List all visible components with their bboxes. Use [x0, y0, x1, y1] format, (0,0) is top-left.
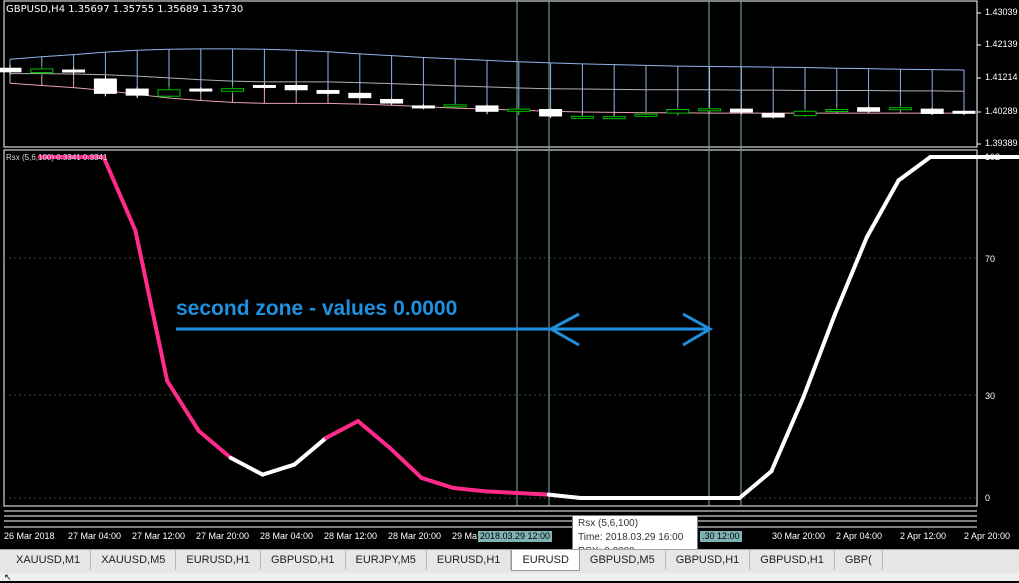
price-label: 1.40289 — [985, 106, 1018, 116]
chart-tab[interactable]: GBP( — [835, 550, 883, 570]
candle-body — [93, 78, 117, 94]
rsx-segment — [260, 462, 297, 477]
time-highlight-right: .30 12:00 — [700, 531, 742, 542]
candle-body — [157, 89, 181, 97]
time-label: 29 Ma — [452, 531, 478, 541]
rsx-segment — [228, 455, 265, 477]
candle-body — [698, 108, 722, 112]
chart-tab[interactable]: EURJPY,M5 — [346, 550, 427, 570]
candle-body — [888, 107, 912, 111]
chart-tab[interactable]: XAUUSD,M1 — [6, 550, 92, 570]
candle-body — [0, 67, 22, 73]
indicator-header: Rsx (5,6,100) 0.3341 0.3341 — [6, 153, 108, 162]
rsx-segment — [133, 228, 170, 383]
price-label: 1.43039 — [985, 7, 1018, 17]
rsx-segment — [197, 429, 233, 460]
rsx-axis-label: 0 — [985, 493, 991, 503]
rsx-segment — [101, 155, 138, 233]
candle-body — [348, 92, 372, 99]
candle-body — [761, 112, 785, 118]
rsx-segment — [356, 419, 392, 450]
candle-body — [634, 113, 658, 117]
candle-body — [920, 108, 944, 114]
rsx-segment — [546, 492, 583, 500]
time-label: 26 Mar 2018 — [4, 531, 55, 541]
chart-tab-active[interactable]: EURUSD — [511, 550, 580, 571]
time-label: 30 Mar 20:00 — [772, 531, 826, 541]
cursor-icon: ↖ — [4, 572, 12, 582]
chart-tab[interactable]: GBPUSD,H1 — [750, 550, 835, 570]
symbol-header: GBPUSD,H4 1.35697 1.35755 1.35689 1.3573… — [6, 4, 244, 15]
time-label: 28 Mar 20:00 — [388, 531, 442, 541]
candle-body — [570, 115, 594, 119]
rsx-axis-label: 70 — [985, 254, 996, 264]
chart-tab[interactable]: GBPUSD,H1 — [666, 550, 751, 570]
candle-body — [443, 104, 467, 108]
rsx-axis-label: 102 — [985, 152, 1001, 162]
axis-ticks — [977, 12, 981, 145]
time-label: 28 Mar 12:00 — [324, 531, 378, 541]
candle-body — [316, 89, 340, 94]
chart-tab-bar: XAUUSD,M1 XAUUSD,M5 EURUSD,H1 GBPUSD,H1 … — [0, 549, 1019, 573]
candle-body — [62, 69, 86, 73]
tooltip-time: Time: 2018.03.29 16:00 — [578, 532, 684, 543]
candle-body — [507, 108, 531, 112]
main-frame — [3, 0, 978, 528]
rsx-segment — [324, 419, 360, 440]
time-label: 27 Mar 20:00 — [196, 531, 250, 541]
time-label: 27 Mar 04:00 — [68, 531, 122, 541]
rsx-segment — [419, 475, 456, 490]
rsx-segment — [801, 312, 837, 400]
chart-tab[interactable]: GBPUSD,H1 — [261, 550, 346, 570]
rsx-segment — [292, 435, 329, 467]
rsx-axis-label: 30 — [985, 391, 996, 401]
price-label: 1.41214 — [985, 72, 1018, 82]
candle-body — [539, 109, 563, 117]
chart-tab[interactable]: EURUSD,H1 — [427, 550, 512, 570]
rsx-segment — [896, 155, 933, 183]
candle-body — [952, 110, 976, 114]
candle-body — [30, 68, 54, 74]
tooltip-title: Rsx (5,6,100) — [578, 518, 639, 529]
rsx-segment — [515, 490, 551, 497]
chart-canvas[interactable] — [0, 0, 1019, 581]
status-bar — [0, 573, 1019, 581]
rsx-segment — [737, 469, 774, 500]
time-label: 28 Mar 04:00 — [260, 531, 314, 541]
candle-body — [666, 109, 690, 114]
time-highlight-left: 2018.03.29 12:00 — [478, 531, 553, 542]
candle-body — [729, 108, 753, 113]
price-label: 1.39389 — [985, 138, 1018, 148]
time-label: 2 Apr 20:00 — [964, 531, 1011, 541]
candle-body — [825, 109, 849, 113]
annotation-text: second zone - values 0.0000 — [176, 297, 458, 320]
rsx-segment — [769, 395, 806, 474]
rsx-segment — [833, 235, 869, 317]
chart-tab[interactable]: EURUSD,H1 — [176, 550, 261, 570]
time-label: 2 Apr 12:00 — [900, 531, 947, 541]
chart-tab[interactable]: GBPUSD,M5 — [580, 550, 666, 570]
time-label: 2 Apr 04:00 — [836, 531, 883, 541]
candle-body — [475, 105, 499, 112]
candle-body — [284, 84, 308, 91]
candle-body — [602, 116, 626, 120]
time-label: 27 Mar 12:00 — [132, 531, 186, 541]
candle-body — [221, 88, 245, 92]
candle-body — [857, 107, 881, 112]
candle-body — [411, 105, 435, 109]
chart-tab[interactable]: XAUUSD,M5 — [91, 550, 177, 570]
rsx-segment — [864, 178, 901, 240]
candle-body — [189, 88, 213, 92]
rsx-segment — [387, 445, 424, 480]
candle-body — [252, 84, 276, 88]
rsx-segment — [165, 378, 201, 434]
candle-body — [125, 88, 149, 96]
candle-body — [793, 110, 817, 117]
candle-body — [380, 98, 404, 104]
rsx-segment — [483, 489, 519, 495]
price-label: 1.42139 — [985, 39, 1018, 49]
rsx-segment — [451, 485, 488, 494]
